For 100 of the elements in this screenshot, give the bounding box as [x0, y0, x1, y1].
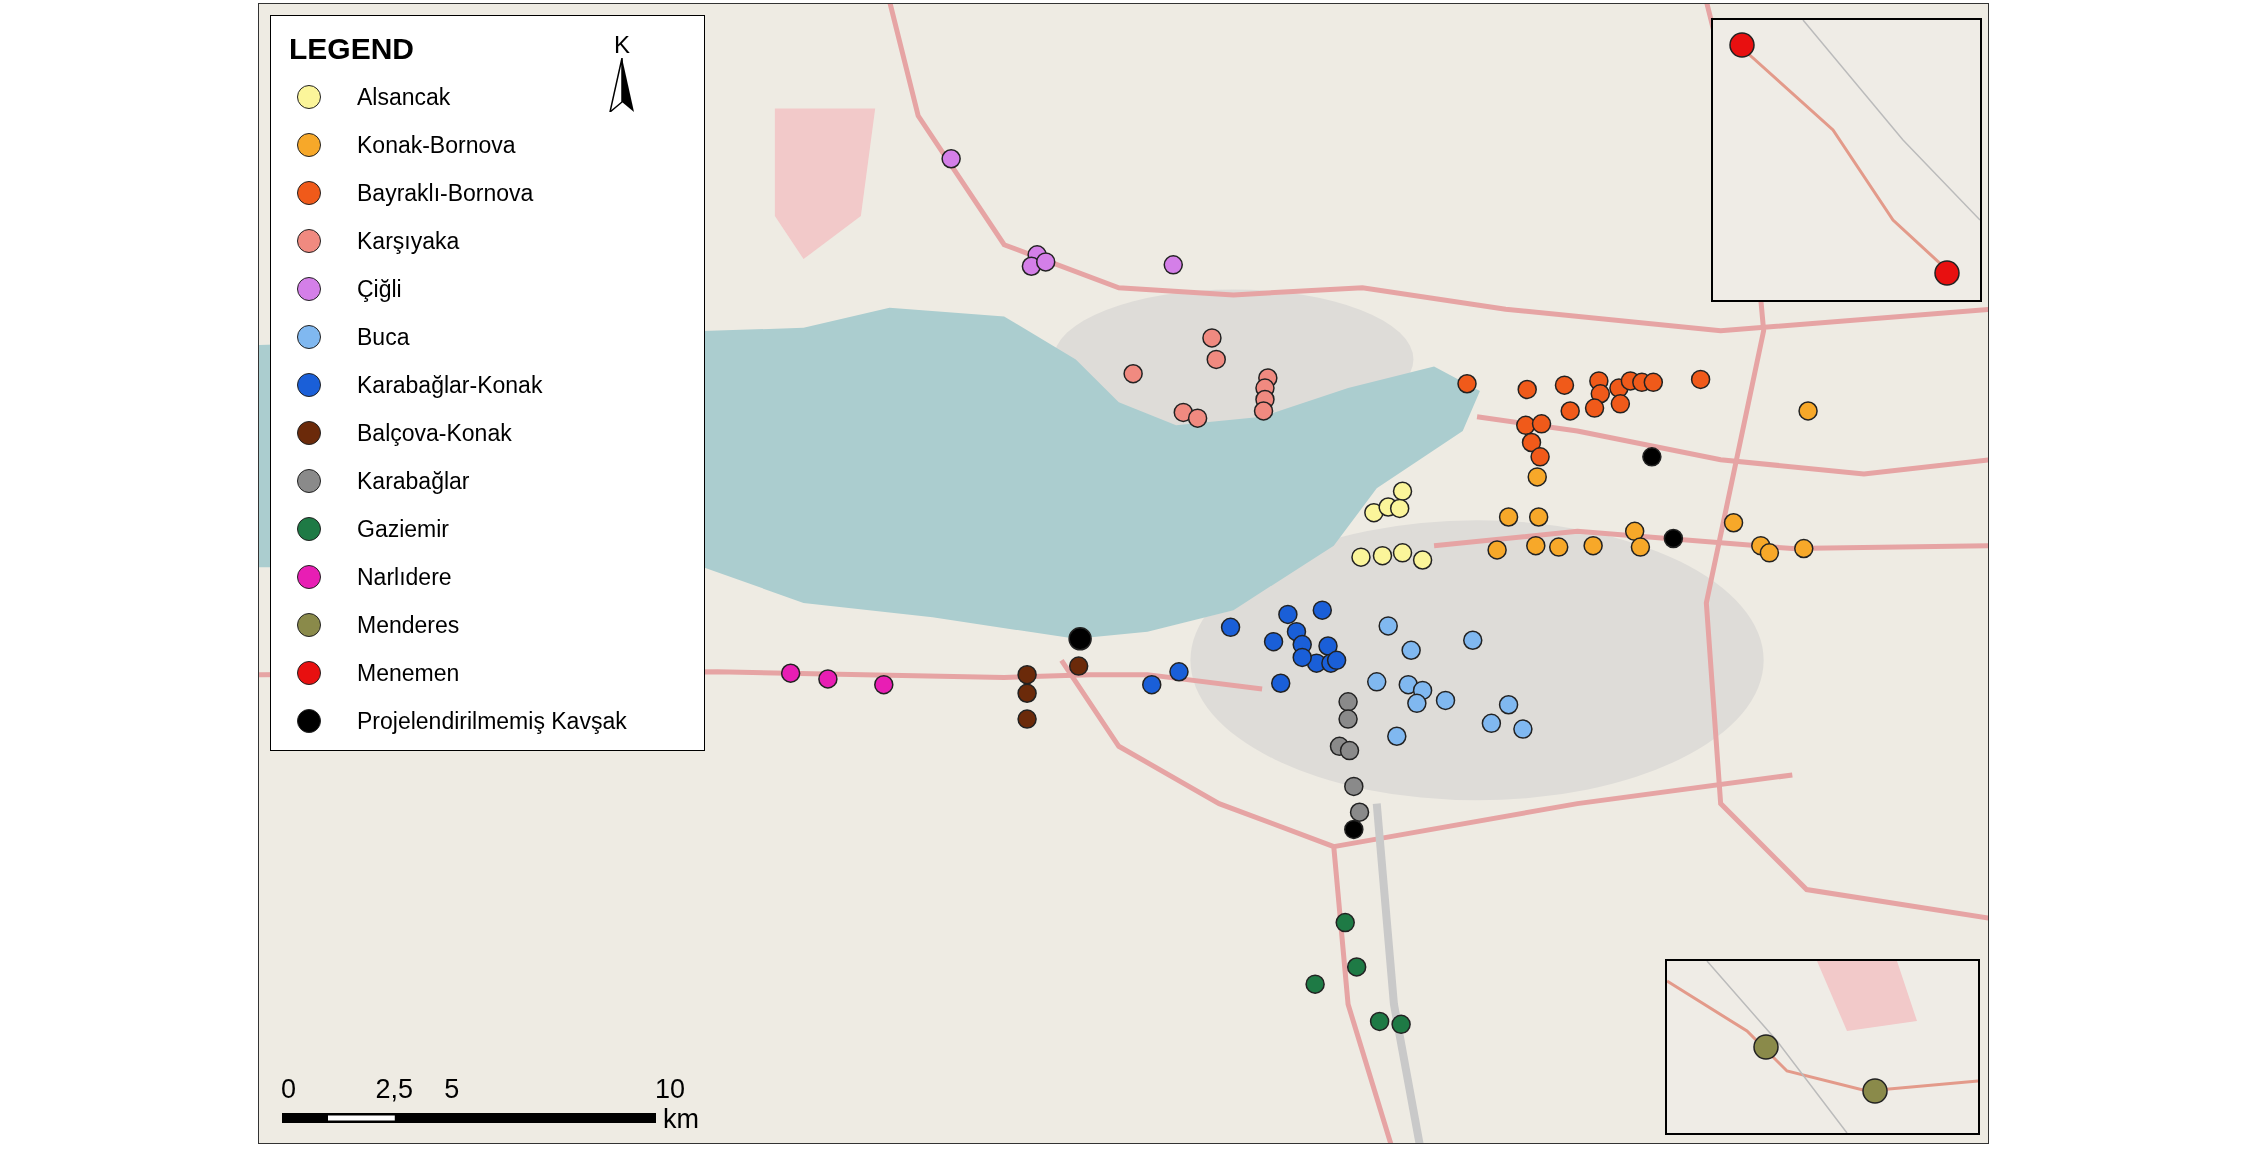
scale-label: 5 [444, 1074, 460, 1104]
legend-label: Alsancak [357, 83, 451, 111]
map-marker [780, 663, 801, 683]
scale-label: 10 [655, 1074, 686, 1104]
map-marker [1584, 398, 1605, 418]
legend-label: Konak-Bornova [357, 131, 516, 159]
map-marker [1549, 537, 1569, 557]
map-marker [1729, 32, 1755, 58]
map-marker [1278, 604, 1298, 625]
map-marker [818, 669, 838, 689]
legend-label: Narlıdere [357, 563, 452, 591]
map-marker [1068, 656, 1089, 676]
map-marker [1401, 640, 1421, 661]
map-marker [1530, 447, 1550, 467]
map-marker [1169, 662, 1189, 682]
map-marker [1481, 713, 1502, 734]
map-marker [1526, 535, 1546, 556]
map-marker [1934, 260, 1960, 286]
map-marker [1560, 401, 1580, 421]
map-marker [1554, 375, 1575, 395]
map-marker [1163, 255, 1183, 275]
map-marker [1643, 372, 1664, 393]
legend-label: Menemen [357, 659, 460, 687]
map-marker [1123, 363, 1143, 384]
legend-label: Menderes [357, 611, 460, 639]
map-marker [1349, 802, 1370, 822]
map-marker [1318, 636, 1338, 656]
map-marker [1389, 498, 1410, 519]
map-marker [1263, 631, 1284, 652]
map-marker [1642, 447, 1662, 467]
map-marker [1035, 252, 1056, 272]
map-marker [1378, 616, 1398, 636]
map-marker [1339, 740, 1360, 761]
map-marker [1487, 540, 1507, 560]
map-marker [1344, 776, 1364, 797]
map-marker [1407, 693, 1427, 714]
map-marker [1292, 647, 1312, 668]
map-marker [1305, 974, 1325, 994]
north-letter: K [614, 32, 630, 58]
map-marker [1513, 719, 1533, 739]
map-marker [1351, 547, 1371, 567]
map-marker [1271, 673, 1291, 693]
map-marker [1412, 550, 1433, 570]
map-marker [1583, 535, 1603, 556]
map-marker [1312, 600, 1333, 620]
map-marker [1690, 369, 1711, 390]
map-marker [1498, 507, 1519, 527]
map-marker [1521, 432, 1542, 453]
map-marker [1335, 912, 1355, 933]
map-marker [1798, 401, 1818, 421]
legend-label: Projelendirilmemiş Kavşak [357, 707, 627, 735]
map-marker [1498, 695, 1519, 715]
map-marker [1017, 709, 1037, 729]
map-marker [1187, 408, 1208, 428]
legend-label: Çiğli [357, 275, 402, 303]
map-marker [1630, 537, 1651, 557]
map-marker [1206, 349, 1226, 370]
legend-label: Buca [357, 323, 410, 351]
scale-label: 2,5 [375, 1074, 414, 1104]
map-marker [1344, 819, 1364, 840]
map-marker [1387, 726, 1407, 746]
scale-unit: km [663, 1104, 699, 1135]
map-marker [874, 674, 894, 695]
map-marker [1372, 545, 1393, 566]
map-marker [1723, 513, 1744, 533]
map-marker [1253, 401, 1274, 421]
map-marker [1517, 379, 1537, 400]
legend-label: Bayraklı-Bornova [357, 179, 534, 207]
map-marker [1610, 394, 1631, 414]
legend-label: Gaziemir [357, 515, 449, 543]
map-marker [1794, 538, 1814, 559]
map-marker [1753, 1034, 1779, 1060]
map-marker [1068, 627, 1092, 651]
north-arrow-icon [608, 58, 636, 112]
map-marker [1220, 617, 1241, 638]
map-marker [1326, 650, 1347, 671]
map-marker [1367, 672, 1387, 692]
legend-label: Karabağlar-Konak [357, 371, 543, 399]
map-marker [1528, 507, 1549, 527]
map-marker [1531, 414, 1552, 434]
map-marker [1457, 374, 1477, 394]
map-marker [1435, 690, 1456, 711]
map-marker [1338, 709, 1358, 729]
legend-label: Karşıyaka [357, 227, 460, 255]
legend-title: LEGEND [289, 32, 414, 66]
map-marker [1759, 543, 1780, 563]
map-marker [1862, 1078, 1888, 1104]
map-marker [1346, 957, 1367, 977]
legend-label: Balçova-Konak [357, 419, 512, 447]
map-marker [1463, 630, 1483, 650]
map-marker [1391, 1014, 1411, 1035]
map-marker [1392, 481, 1413, 501]
map-marker [1663, 528, 1684, 549]
map-marker [1369, 1011, 1390, 1032]
map-marker [1527, 467, 1547, 487]
map-marker [1624, 521, 1645, 542]
legend-label: Karabağlar [357, 467, 470, 495]
map-marker [941, 149, 961, 169]
map-marker [1142, 674, 1162, 695]
map-marker [1202, 328, 1222, 348]
